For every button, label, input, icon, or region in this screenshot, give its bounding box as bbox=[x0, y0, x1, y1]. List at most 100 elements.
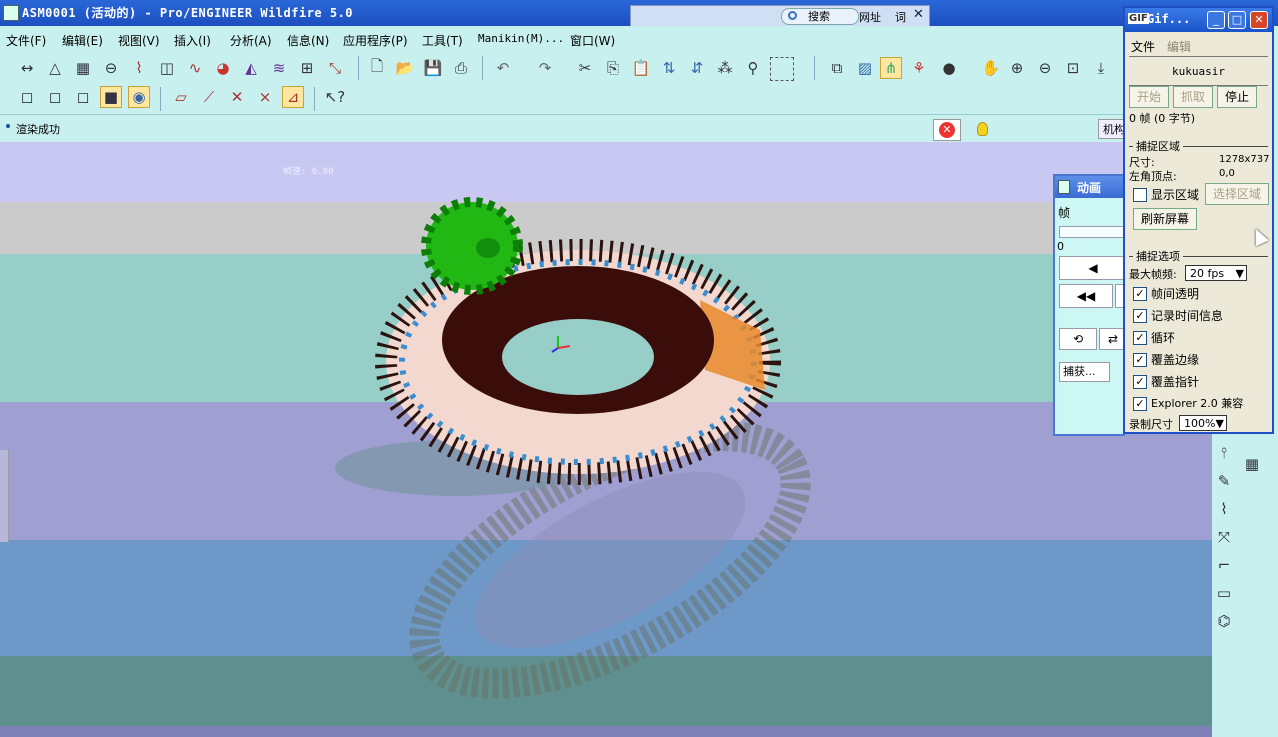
spring-icon[interactable]: ⌇ bbox=[1213, 498, 1235, 520]
datum-display-icon[interactable]: ▨ bbox=[854, 57, 876, 79]
csys-icon[interactable]: ⚘ bbox=[908, 57, 930, 79]
capture-button[interactable]: 捕获... bbox=[1059, 362, 1110, 382]
binoculars-icon[interactable]: ⚲ bbox=[742, 57, 764, 79]
regenerate-manager-icon[interactable]: ⇵ bbox=[686, 57, 708, 79]
measure-angle-icon[interactable]: △ bbox=[44, 57, 66, 79]
gif-menu-file[interactable]: 文件 bbox=[1131, 38, 1155, 55]
cam-icon[interactable]: ▭ bbox=[1213, 582, 1235, 604]
loop-button[interactable]: ⟲ bbox=[1059, 328, 1097, 350]
menu-file[interactable]: 文件(F) bbox=[6, 32, 46, 49]
save-icon[interactable]: 💾 bbox=[422, 57, 444, 79]
curve-analysis-icon[interactable]: ⌇ bbox=[128, 57, 150, 79]
orient-icon[interactable]: ⤓ bbox=[1090, 57, 1112, 79]
draft-icon[interactable]: ◭ bbox=[240, 57, 262, 79]
play-back-button[interactable]: ◀ bbox=[1059, 256, 1127, 280]
url-label[interactable]: 网址 bbox=[859, 9, 881, 25]
menu-insert[interactable]: 插入(I) bbox=[174, 32, 211, 49]
mass-properties-icon[interactable]: ▦ bbox=[72, 57, 94, 79]
copy-icon[interactable]: ⎘ bbox=[602, 57, 624, 79]
option-checkbox[interactable]: ✓ bbox=[1133, 287, 1147, 301]
option-checkbox[interactable]: ✓ bbox=[1133, 309, 1147, 323]
context-help-icon[interactable]: ↖? bbox=[324, 86, 346, 108]
menu-tools[interactable]: 工具(T) bbox=[422, 32, 463, 49]
wireframe-icon[interactable]: ◻ bbox=[16, 86, 38, 108]
regenerate-icon[interactable]: ⇅ bbox=[658, 57, 680, 79]
stop-button-gif[interactable]: 停止 bbox=[1217, 86, 1257, 108]
paste-icon[interactable]: 📋 bbox=[630, 57, 652, 79]
record-size-select[interactable]: 100% ▼ bbox=[1179, 415, 1227, 431]
menu-analysis[interactable]: 分析(A) bbox=[230, 32, 272, 49]
window-close-icon[interactable]: ✕ bbox=[1250, 11, 1268, 29]
close-icon[interactable]: ✕ bbox=[913, 7, 924, 22]
rewind-button[interactable]: ◀◀ bbox=[1059, 284, 1113, 308]
undo-icon[interactable]: ↶ bbox=[492, 57, 514, 79]
datum-axes-icon[interactable]: ⟋ bbox=[198, 86, 220, 108]
offset-icon[interactable]: ⊞ bbox=[296, 57, 318, 79]
no-hidden-icon[interactable]: ◻ bbox=[72, 86, 94, 108]
menu-edit[interactable]: 编辑(E) bbox=[62, 32, 103, 49]
annotation-display-icon[interactable]: ⊿ bbox=[282, 86, 304, 108]
animation-panel-title-bar: 动画 bbox=[1055, 176, 1123, 198]
csys-display-icon[interactable]: ⨯ bbox=[254, 86, 276, 108]
refit-icon[interactable]: ⊡ bbox=[1062, 57, 1084, 79]
option-checkbox[interactable]: ✓ bbox=[1133, 375, 1147, 389]
open-folder-icon[interactable]: 📂 bbox=[394, 57, 416, 79]
find-icon[interactable]: ⁂ bbox=[714, 57, 736, 79]
shading-icon[interactable]: ■ bbox=[100, 86, 122, 108]
surface-analysis-icon[interactable]: ◫ bbox=[156, 57, 178, 79]
datum-plane-tool-icon[interactable]: ⫯ bbox=[1213, 442, 1235, 464]
redo-icon[interactable]: ↷ bbox=[534, 57, 556, 79]
enhanced-realism-icon[interactable]: ◉ bbox=[128, 86, 150, 108]
new-file-icon[interactable]: 🗋 bbox=[366, 57, 388, 79]
cut-icon[interactable]: ✂ bbox=[574, 57, 596, 79]
menu-view[interactable]: 视图(V) bbox=[118, 32, 160, 49]
slope-icon[interactable]: ≋ bbox=[268, 57, 290, 79]
appearance-sphere-icon[interactable]: ● bbox=[938, 57, 960, 79]
gif-menu-edit[interactable]: 编辑 bbox=[1167, 38, 1191, 55]
select-area-button[interactable]: 选择区域 bbox=[1205, 183, 1269, 205]
deviation-icon[interactable]: ⤡ bbox=[324, 57, 346, 79]
maximize-icon[interactable]: □ bbox=[1228, 11, 1246, 29]
option-checkbox[interactable]: ✓ bbox=[1133, 397, 1147, 411]
connection-icon[interactable]: ⤧ bbox=[1213, 526, 1235, 548]
measure-distance-icon[interactable]: ↔ bbox=[16, 57, 38, 79]
point-display-icon[interactable]: ✕ bbox=[226, 86, 248, 108]
grid-icon[interactable]: ▦ bbox=[1241, 453, 1263, 475]
zoom-in-icon[interactable]: ⊕ bbox=[1006, 57, 1028, 79]
option-checkbox[interactable]: ✓ bbox=[1133, 331, 1147, 345]
gif-title-bar: GIF Gif... _ □ ✕ bbox=[1125, 8, 1272, 32]
hidden-line-icon[interactable]: ◻ bbox=[44, 86, 66, 108]
pan-hand-icon[interactable]: ✋ bbox=[980, 57, 1002, 79]
datum-points-icon[interactable]: ⋔ bbox=[880, 57, 902, 79]
option-label: 覆盖边缘 bbox=[1151, 353, 1200, 367]
minimize-icon[interactable]: _ bbox=[1207, 11, 1225, 29]
show-area-checkbox[interactable] bbox=[1133, 188, 1147, 202]
menu-applications[interactable]: 应用程序(P) bbox=[343, 32, 408, 49]
refresh-screen-button[interactable]: 刷新屏幕 bbox=[1133, 208, 1197, 230]
max-fps-select[interactable]: 20 fps ▼ bbox=[1185, 265, 1247, 281]
layers-icon[interactable]: ⧉ bbox=[826, 57, 848, 79]
capture-button-gif[interactable]: 抓取 bbox=[1173, 86, 1213, 108]
frame-slider[interactable] bbox=[1059, 226, 1127, 238]
gear-model[interactable] bbox=[0, 142, 1212, 737]
motor-icon[interactable]: ⌬ bbox=[1213, 610, 1235, 632]
search-button[interactable]: 搜索 bbox=[781, 8, 859, 25]
menu-info[interactable]: 信息(N) bbox=[287, 32, 329, 49]
color-map-icon[interactable]: ◕ bbox=[212, 57, 234, 79]
stop-button[interactable]: ✕ bbox=[933, 119, 961, 141]
curvature-icon[interactable]: ∿ bbox=[184, 57, 206, 79]
graphics-viewport[interactable] bbox=[0, 142, 1212, 737]
joint-icon[interactable]: ⌐ bbox=[1213, 554, 1235, 576]
option-checkbox[interactable]: ✓ bbox=[1133, 353, 1147, 367]
select-box-icon[interactable] bbox=[770, 57, 794, 81]
sketch-tool-icon[interactable]: ✎ bbox=[1213, 470, 1235, 492]
lightbulb-button[interactable] bbox=[972, 119, 992, 139]
word-label[interactable]: 词 bbox=[895, 9, 906, 25]
datum-planes-icon[interactable]: ▱ bbox=[170, 86, 192, 108]
menu-manikin[interactable]: Manikin(M)... bbox=[478, 32, 564, 45]
zoom-out-icon[interactable]: ⊖ bbox=[1034, 57, 1056, 79]
section-icon[interactable]: ⊖ bbox=[100, 57, 122, 79]
menu-window[interactable]: 窗口(W) bbox=[570, 32, 615, 49]
print-icon[interactable]: ⎙ bbox=[450, 57, 472, 79]
start-button[interactable]: 开始 bbox=[1129, 86, 1169, 108]
